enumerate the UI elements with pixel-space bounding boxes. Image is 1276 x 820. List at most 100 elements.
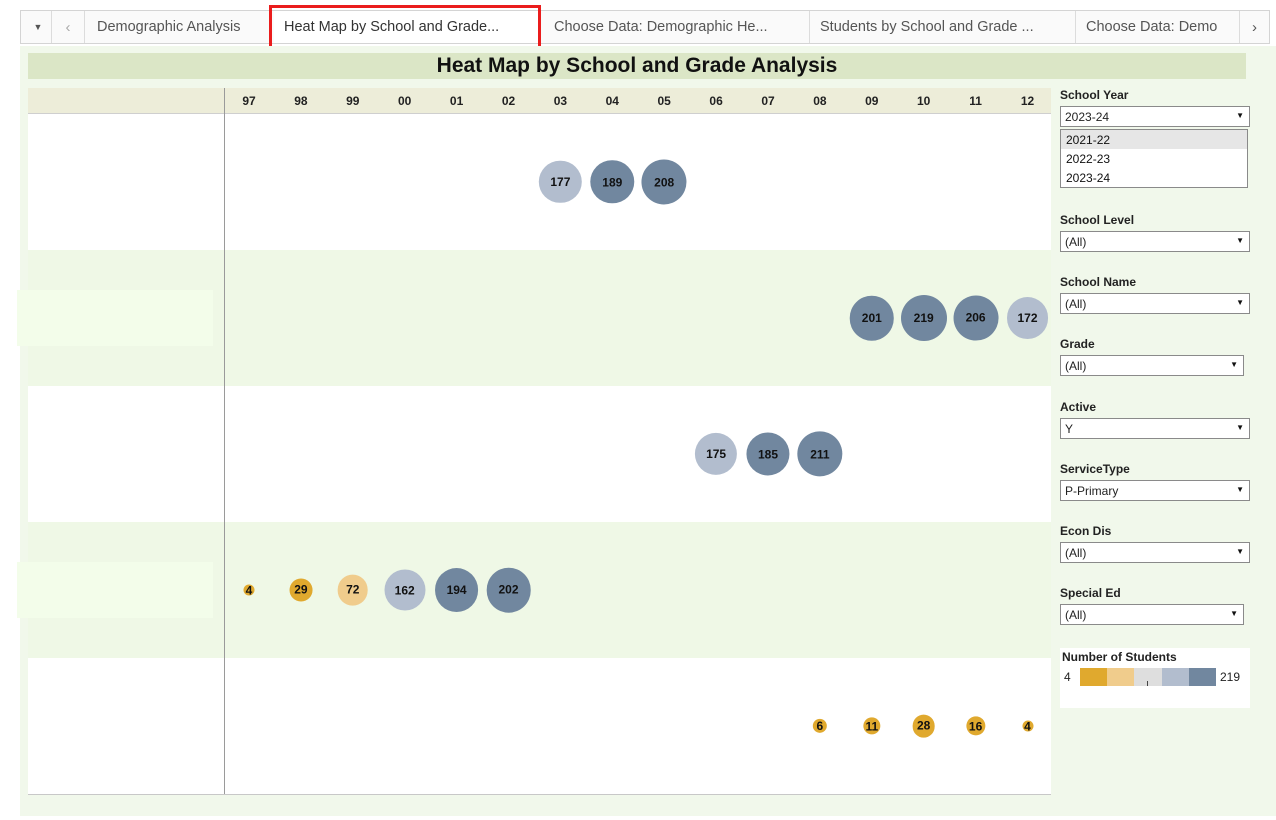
legend-color-swatch xyxy=(1107,668,1135,686)
school-level-filter: School Level (All) ▼ xyxy=(1060,213,1250,252)
heat-map-cell[interactable]: 185 xyxy=(746,432,790,476)
active-select[interactable]: Y ▼ xyxy=(1060,418,1250,439)
grade-label: Grade xyxy=(1060,337,1095,351)
grade-column-label: 02 xyxy=(501,94,516,108)
heat-map-cell[interactable]: 162 xyxy=(384,569,426,611)
tab-list-dropdown-icon[interactable]: ▼ xyxy=(25,11,51,43)
school-row-band xyxy=(17,522,1051,658)
heat-map-cell[interactable]: 29 xyxy=(289,578,313,602)
grade-column-label: 06 xyxy=(709,94,723,108)
chevron-down-icon: ▼ xyxy=(1236,423,1244,432)
chevron-down-icon: ▼ xyxy=(1230,609,1238,618)
grade-column-label: 12 xyxy=(1020,94,1035,108)
heat-map-cell[interactable]: 28 xyxy=(912,714,936,738)
row-header-cell xyxy=(17,562,213,618)
service-type-value: P-Primary xyxy=(1065,483,1119,498)
school-year-options-list: 2021-22 2022-23 2023-24 xyxy=(1060,129,1248,188)
school-year-option[interactable]: 2023-24 xyxy=(1061,168,1247,187)
heat-map-chart: 97 98 99 00 01 02 03 04 05 06 07 08 09 10 11 12 177 189 2… xyxy=(17,88,1051,795)
grade-column-label: 11 xyxy=(969,94,982,108)
school-row-band xyxy=(17,250,1051,386)
active-value: Y xyxy=(1065,421,1074,436)
service-type-filter: ServiceType P-Primary ▼ xyxy=(1060,462,1250,501)
dashboard-title: Heat Map by School and Grade Analysis xyxy=(28,53,1246,79)
chevron-down-icon: ▼ xyxy=(1230,360,1238,369)
school-name-select[interactable]: (All) ▼ xyxy=(1060,293,1250,314)
special-ed-value: (All) xyxy=(1065,607,1087,622)
tab-students-by-school-and-grade[interactable]: Students by School and Grade ... xyxy=(810,11,1076,43)
legend-color-ramp xyxy=(1080,668,1217,686)
next-tab-icon[interactable]: › xyxy=(1239,11,1269,43)
special-ed-select[interactable]: (All) ▼ xyxy=(1060,604,1244,625)
heat-map-cell[interactable]: 206 xyxy=(953,295,999,341)
tab-heat-map-by-school-and-grade[interactable]: Heat Map by School and Grade... xyxy=(274,11,540,43)
grade-column-label: 00 xyxy=(398,94,412,108)
heat-map-cell[interactable]: 194 xyxy=(434,568,479,612)
school-level-value: (All) xyxy=(1065,234,1087,249)
school-year-option[interactable]: 2021-22 xyxy=(1061,130,1247,149)
chevron-down-icon: ▼ xyxy=(1236,547,1244,556)
tab-choose-data-demo[interactable]: Choose Data: Demo xyxy=(1076,11,1242,43)
heat-map-cell[interactable]: 11 xyxy=(863,717,881,735)
heat-map-cell[interactable]: 172 xyxy=(1006,297,1049,339)
grade-column-label: 07 xyxy=(761,94,775,108)
school-level-label: School Level xyxy=(1060,213,1135,227)
chevron-down-icon: ▼ xyxy=(1236,111,1244,120)
heat-map-cell[interactable]: 72 xyxy=(337,574,369,606)
heat-map-cell[interactable]: 208 xyxy=(641,159,687,205)
grade-column-label: 10 xyxy=(917,94,931,108)
grade-column-label: 09 xyxy=(865,94,879,108)
row-header-divider xyxy=(224,88,225,795)
grade-column-label: 03 xyxy=(553,94,568,108)
previous-tab-icon[interactable]: ‹ xyxy=(51,11,85,43)
grade-column-label: 01 xyxy=(449,94,464,108)
grade-select[interactable]: (All) ▼ xyxy=(1060,355,1244,376)
school-year-select[interactable]: 2023-24 ▼ xyxy=(1060,106,1250,127)
chevron-down-icon: ▼ xyxy=(1236,485,1244,494)
school-name-filter: School Name (All) ▼ xyxy=(1060,275,1250,314)
grade-column-label: 98 xyxy=(294,94,308,108)
chart-bottom-border xyxy=(28,794,1051,795)
econ-dis-label: Econ Dis xyxy=(1060,524,1112,538)
heat-map-cell[interactable]: 202 xyxy=(486,567,531,613)
school-year-value: 2023-24 xyxy=(1065,109,1110,124)
service-type-select[interactable]: P-Primary ▼ xyxy=(1060,480,1250,501)
econ-dis-value: (All) xyxy=(1065,545,1087,560)
school-name-value: (All) xyxy=(1065,296,1087,311)
legend-min-label: 4 xyxy=(1064,670,1071,684)
special-ed-label: Special Ed xyxy=(1060,586,1121,600)
school-year-label: School Year xyxy=(1060,88,1129,102)
legend-title: Number of Students xyxy=(1062,650,1177,664)
grade-filter: Grade (All) ▼ xyxy=(1060,337,1244,376)
school-year-filter: School Year 2023-24 ▼ 2021-22 2022-23 20… xyxy=(1060,88,1250,188)
legend-color-swatch xyxy=(1188,668,1217,686)
heat-map-cell[interactable]: 219 xyxy=(900,295,947,341)
econ-dis-select[interactable]: (All) ▼ xyxy=(1060,542,1250,563)
school-row-band xyxy=(28,386,1051,522)
econ-dis-filter: Econ Dis (All) ▼ xyxy=(1060,524,1250,563)
chevron-down-icon: ▼ xyxy=(1236,298,1244,307)
special-ed-filter: Special Ed (All) ▼ xyxy=(1060,586,1244,625)
legend-color-swatch xyxy=(1134,668,1162,686)
heat-map-cell[interactable]: 4 xyxy=(1022,719,1033,733)
color-legend: Number of Students 4 219 xyxy=(1060,648,1250,708)
school-year-option[interactable]: 2022-23 xyxy=(1061,149,1247,168)
tab-choose-data-demographic-heat[interactable]: Choose Data: Demographic He... xyxy=(544,11,810,43)
school-level-select[interactable]: (All) ▼ xyxy=(1060,231,1250,252)
dashboard: Heat Map by School and Grade Analysis 97… xyxy=(17,46,1276,816)
school-row-band xyxy=(28,658,1051,794)
active-filter: Active Y ▼ xyxy=(1060,400,1250,439)
grade-column-label: 05 xyxy=(657,94,671,108)
tab-demographic-analysis[interactable]: Demographic Analysis xyxy=(87,11,271,43)
service-type-label: ServiceType xyxy=(1060,462,1130,476)
grade-value: (All) xyxy=(1065,358,1087,373)
grade-header-row: 97 98 99 00 01 02 03 04 05 06 07 08 09 10 11 12 xyxy=(28,88,1051,114)
legend-marker xyxy=(1147,681,1148,686)
grade-column-label: 04 xyxy=(605,94,619,108)
chevron-down-icon: ▼ xyxy=(1236,236,1244,245)
legend-max-label: 219 xyxy=(1220,670,1241,684)
school-name-label: School Name xyxy=(1060,275,1137,289)
heat-map-cell[interactable]: 201 xyxy=(849,295,895,341)
heat-map-cell[interactable]: 4 xyxy=(243,583,255,597)
row-header-cell xyxy=(17,290,213,346)
